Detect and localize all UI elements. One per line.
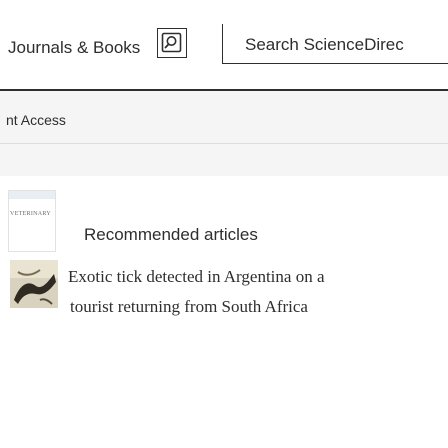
journal-cover-thumbnail: VETERINARY bbox=[8, 190, 56, 252]
article-thumbnail[interactable] bbox=[10, 260, 58, 308]
article-image bbox=[10, 260, 58, 308]
article-title[interactable]: Exotic tick detected in Argentina on a t… bbox=[68, 262, 442, 322]
page: Journals & Books Search ScienceDirec nt … bbox=[0, 0, 448, 448]
journal-cover-band bbox=[9, 191, 55, 199]
journals-books-link[interactable]: Journals & Books bbox=[8, 38, 140, 58]
journal-cover-label: VETERINARY bbox=[10, 211, 51, 217]
article-title-line-2: tourist returning from South Africa bbox=[70, 297, 308, 316]
top-navigation: Journals & Books Search ScienceDirec bbox=[0, 0, 448, 90]
search-sciencedirect-button[interactable]: Search ScienceDirec bbox=[222, 24, 448, 64]
search-icon bbox=[161, 32, 182, 53]
recommended-articles-title: Recommended articles bbox=[84, 225, 258, 244]
search-sciencedirect-label: Search ScienceDirec bbox=[245, 35, 404, 54]
search-icon-button[interactable] bbox=[157, 28, 187, 58]
access-text[interactable]: nt Access bbox=[6, 112, 66, 128]
access-rule bbox=[0, 143, 448, 144]
article-title-line-1: Exotic tick detected in Argentina on a bbox=[68, 267, 325, 286]
